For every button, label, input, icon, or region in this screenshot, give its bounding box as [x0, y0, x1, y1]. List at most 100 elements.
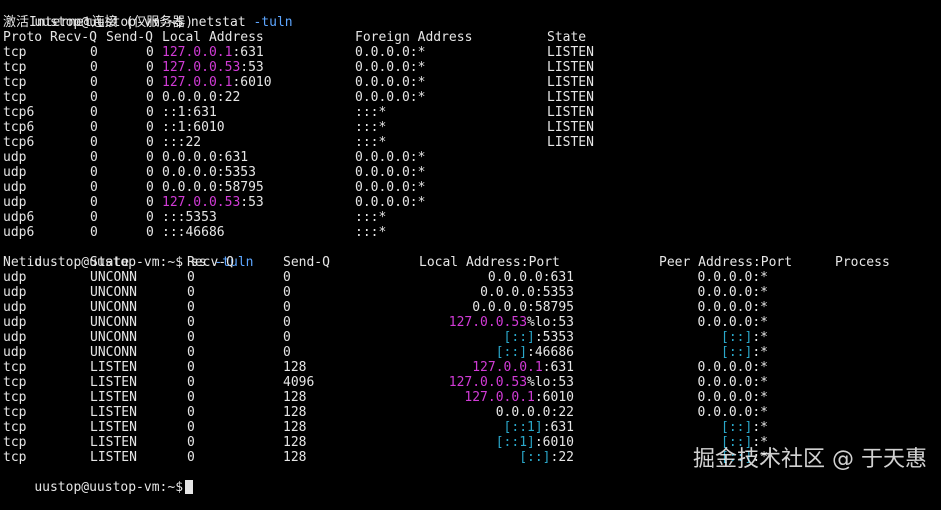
- local-port: :631: [232, 45, 264, 60]
- cell-recvq: 0: [90, 165, 98, 180]
- local-port: 0.0.0.0:631: [487, 270, 574, 285]
- cell-peer-address-port: 0.0.0.0:*: [698, 360, 768, 375]
- cell-sendq: 0: [283, 315, 291, 330]
- cell-netid: udp: [3, 300, 27, 315]
- netstat-row: udp6 0 0:::5353:::*: [3, 210, 938, 225]
- cell-state: UNCONN: [90, 300, 137, 315]
- cell-proto: tcp6: [3, 120, 35, 135]
- local-port: 0.0.0.0:58795: [162, 180, 264, 195]
- netstat-row: tcp6 0 0::1:631:::* LISTEN: [3, 105, 938, 120]
- local-ip: 127.0.0.53: [162, 60, 241, 75]
- cell-recvq: 0: [90, 120, 98, 135]
- cell-state: LISTEN: [547, 105, 594, 120]
- cell-recvq: 0: [187, 270, 195, 285]
- cell-foreign-address: 0.0.0.0:*: [355, 180, 426, 195]
- cell-sendq: 0: [146, 120, 154, 135]
- header-peer-address-port: Peer Address:Port: [659, 255, 793, 270]
- cell-sendq: 0: [283, 330, 291, 345]
- cell-sendq: 0: [146, 225, 154, 240]
- cell-local-address-port: [::1]:631: [504, 420, 574, 435]
- cell-state: LISTEN: [90, 390, 137, 405]
- cell-sendq: 128: [283, 435, 307, 450]
- peer-ipv6: [::]: [721, 330, 753, 345]
- cell-sendq: 4096: [283, 375, 315, 390]
- local-ip: 127.0.0.1: [162, 45, 233, 60]
- terminal-output[interactable]: uustop@uustop-vm:~$ netstat -tuln 激活Inte…: [3, 0, 938, 495]
- watermark-text: 掘金技术社区 @ 于天惠: [693, 447, 927, 472]
- peer-ipv6: [::]: [721, 345, 753, 360]
- cell-local-address-port: 0.0.0.0:58795: [472, 300, 574, 315]
- cell-proto: udp: [3, 180, 27, 195]
- cell-proto: udp: [3, 165, 27, 180]
- cell-peer-address-port: [::]:*: [721, 345, 768, 360]
- cell-state: LISTEN: [90, 405, 137, 420]
- cell-peer-address-port: 0.0.0.0:*: [698, 405, 768, 420]
- cell-netid: udp: [3, 315, 27, 330]
- cell-recvq: 0: [90, 105, 98, 120]
- cell-netid: tcp: [3, 435, 27, 450]
- cell-recvq: 0: [90, 225, 98, 240]
- cell-local-address: 0.0.0.0:631: [162, 150, 248, 165]
- cell-state: LISTEN: [90, 375, 137, 390]
- cell-netid: udp: [3, 330, 27, 345]
- cell-proto: tcp: [3, 90, 27, 105]
- cell-foreign-address: :::*: [355, 225, 387, 240]
- cell-recvq: 0: [187, 360, 195, 375]
- cell-local-address-port: 0.0.0.0:22: [496, 405, 574, 420]
- local-port: :6010: [534, 435, 574, 450]
- peer-port: 0.0.0.0:*: [697, 270, 768, 285]
- cell-recvq: 0: [90, 90, 98, 105]
- ss-row: udp UNCONN 0 0 0.0.0.0:5353 0.0.0.0:*: [3, 285, 938, 300]
- cell-state: UNCONN: [90, 345, 137, 360]
- command-line-ss: uustop@uustop-vm:~$ ss -tuln: [3, 240, 253, 270]
- peer-ipv6: [::]: [721, 420, 753, 435]
- command-option: -tuln: [253, 15, 293, 30]
- netstat-row: udp 0 0 127.0.0.53:53 0.0.0.0:*: [3, 195, 938, 210]
- cell-foreign-address: 0.0.0.0:*: [355, 150, 426, 165]
- local-port: :53: [240, 60, 264, 75]
- cell-sendq: 0: [146, 105, 154, 120]
- cell-state: UNCONN: [90, 330, 137, 345]
- cell-peer-address-port: 0.0.0.0:*: [698, 315, 768, 330]
- cell-state: LISTEN: [90, 420, 137, 435]
- peer-port: 0.0.0.0:*: [697, 300, 768, 315]
- netstat-row: udp6 0 0:::46686:::*: [3, 225, 938, 240]
- cell-netid: udp: [3, 270, 27, 285]
- cell-sendq: 0: [146, 60, 154, 75]
- cell-recvq: 0: [187, 435, 195, 450]
- cell-proto: udp6: [3, 225, 35, 240]
- cell-foreign-address: 0.0.0.0:*: [355, 90, 426, 105]
- cell-local-address: 0.0.0.0:22: [162, 90, 240, 105]
- cell-recvq: 0: [187, 420, 195, 435]
- cell-local-address: :::22: [162, 135, 201, 150]
- netstat-row: udp 0 0 0.0.0.0:58795 0.0.0.0:*: [3, 180, 938, 195]
- local-port: 0.0.0.0:22: [495, 405, 574, 420]
- cell-local-address-port: [::]:22: [519, 450, 574, 465]
- local-port: :6010: [534, 390, 574, 405]
- cell-local-address-port: 127.0.0.53%lo:53: [449, 315, 574, 330]
- local-ipv6: [::]: [503, 330, 535, 345]
- netstat-row: tcp6 0 0::1:6010:::* LISTEN: [3, 120, 938, 135]
- local-ipv6: [::]: [495, 345, 528, 360]
- cell-recvq: 0: [90, 150, 98, 165]
- cell-recvq: 0: [187, 315, 195, 330]
- peer-port: 0.0.0.0:*: [697, 360, 768, 375]
- local-port: %lo:53: [527, 375, 574, 390]
- cell-recvq: 0: [187, 330, 195, 345]
- cell-local-address: ::1:6010: [162, 120, 225, 135]
- cell-local-address-port: 0.0.0.0:631: [488, 270, 574, 285]
- cell-sendq: 0: [146, 150, 154, 165]
- header-sendq: Send-Q: [283, 255, 330, 270]
- local-port: 0.0.0.0:22: [162, 90, 241, 105]
- cell-local-address-port: 127.0.0.53%lo:53: [449, 375, 574, 390]
- cell-local-address: 0.0.0.0:5353: [162, 165, 256, 180]
- cell-proto: udp: [3, 195, 27, 210]
- ss-row: tcp LISTEN 0 4096 127.0.0.53%lo:53 0.0.0.0:*: [3, 375, 938, 390]
- cell-state: LISTEN: [90, 450, 137, 465]
- netstat-row: tcp 0 0 127.0.0.1:6010 0.0.0.0:* LISTEN: [3, 75, 938, 90]
- ss-row: udp UNCONN 0 0 0.0.0.0:58795 0.0.0.0:*: [3, 300, 938, 315]
- local-port: :53: [240, 195, 264, 210]
- peer-port: :*: [752, 420, 768, 435]
- local-port: ::1:6010: [162, 120, 225, 135]
- command-line-netstat: uustop@uustop-vm:~$ netstat -tuln: [3, 0, 292, 30]
